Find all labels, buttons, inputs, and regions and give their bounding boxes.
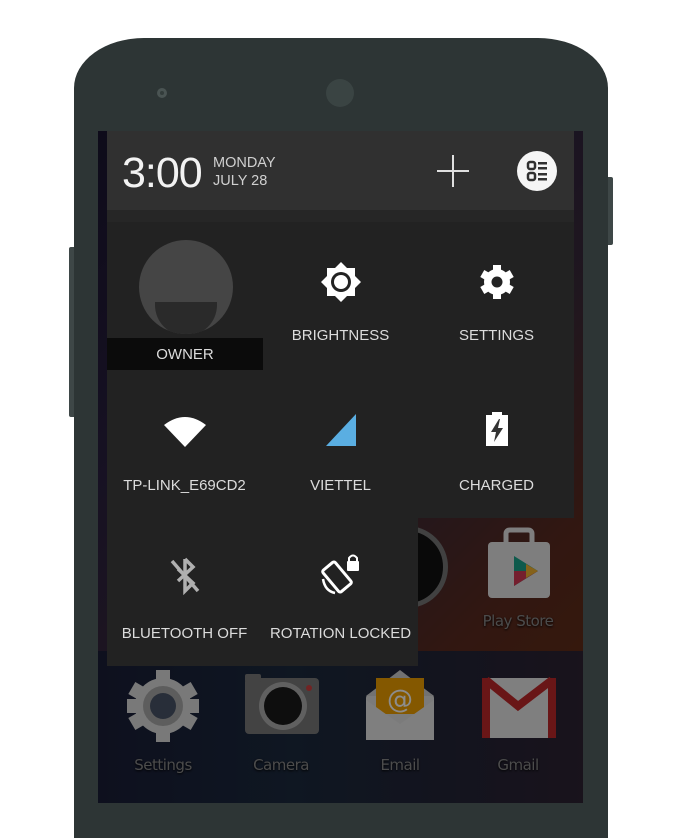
header-divider xyxy=(107,210,574,222)
cellular-signal-icon xyxy=(325,414,356,446)
wifi-icon xyxy=(163,417,206,447)
tile-label: SETTINGS xyxy=(458,327,534,344)
tile-wifi[interactable]: TP-LINK_E69CD2 xyxy=(107,405,262,505)
bluetooth-off-icon xyxy=(170,557,199,595)
user-avatar-icon xyxy=(139,240,233,334)
tile-label: TP-LINK_E69CD2 xyxy=(123,477,246,494)
tile-cellular[interactable]: VIETTEL xyxy=(263,405,418,505)
rotation-lock-icon xyxy=(320,554,359,595)
tile-rotation[interactable]: ROTATION LOCKED xyxy=(263,554,418,655)
tile-settings[interactable]: SETTINGS xyxy=(419,255,574,365)
tile-label: BRIGHTNESS xyxy=(291,327,390,344)
settings-toggle-button[interactable] xyxy=(517,151,557,191)
tile-label: OWNER xyxy=(156,346,214,363)
tile-label: ROTATION LOCKED xyxy=(269,625,412,642)
tile-label: CHARGED xyxy=(458,477,534,494)
tile-label: VIETTEL xyxy=(310,477,371,494)
gear-icon xyxy=(479,265,514,299)
tile-label: BLUETOOTH OFF xyxy=(121,625,248,642)
clock[interactable]: 3:00 xyxy=(122,149,203,198)
brightness-icon xyxy=(320,262,361,302)
date-text: JULY 28 xyxy=(213,173,268,189)
tile-bluetooth[interactable]: BLUETOOTH OFF xyxy=(107,555,262,655)
front-camera xyxy=(157,88,167,98)
quick-settings-list-icon xyxy=(526,160,547,182)
quick-settings-header: 3:00 MONDAY JULY 28 xyxy=(107,131,574,210)
volume-button xyxy=(69,247,74,417)
tile-brightness[interactable]: BRIGHTNESS xyxy=(263,255,418,365)
plus-icon[interactable] xyxy=(435,153,471,189)
earpiece-speaker xyxy=(326,79,354,107)
power-button xyxy=(608,177,613,245)
date[interactable]: MONDAY JULY 28 xyxy=(213,154,276,190)
day-of-week: MONDAY xyxy=(213,155,276,171)
tile-battery[interactable]: CHARGED xyxy=(419,405,574,505)
battery-charging-icon xyxy=(485,412,508,446)
